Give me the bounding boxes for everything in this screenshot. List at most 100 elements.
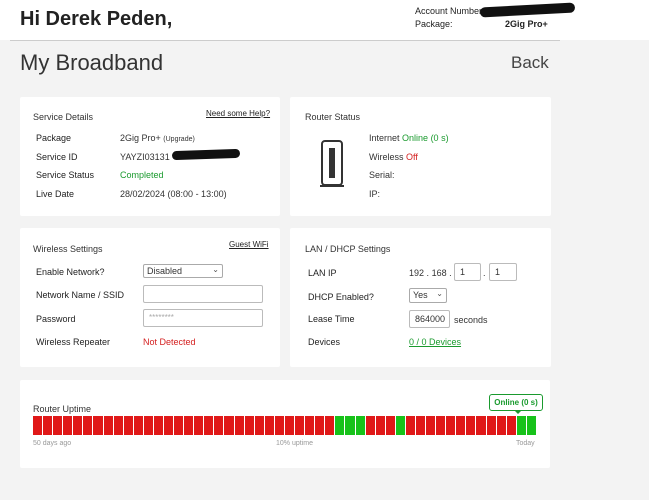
- uptime-segment: [33, 416, 43, 435]
- uptime-segment: [63, 416, 73, 435]
- live-date-label: Live Date: [36, 189, 75, 199]
- router-status-title: Router Status: [305, 112, 361, 122]
- uptime-segment: [73, 416, 83, 435]
- uptime-segment: [375, 416, 385, 435]
- uptime-segment: [355, 416, 365, 435]
- dhcp-value: Yes: [413, 290, 428, 300]
- help-link[interactable]: Need some Help?: [206, 109, 270, 118]
- uptime-segment: [496, 416, 506, 435]
- uptime-segment: [93, 416, 103, 435]
- repeater-status: Not Detected: [143, 337, 196, 347]
- greeting: Hi Derek Peden,: [20, 8, 173, 30]
- uptime-segment: [325, 416, 335, 435]
- uptime-segment: [506, 416, 516, 435]
- lan-dhcp-title: LAN / DHCP Settings: [305, 244, 391, 254]
- uptime-segment: [224, 416, 234, 435]
- repeater-label: Wireless Repeater: [36, 337, 111, 347]
- uptime-segment: [365, 416, 375, 435]
- uptime-segment: [385, 416, 395, 435]
- lease-unit: seconds: [454, 315, 488, 325]
- page-title: My Broadband: [20, 50, 164, 75]
- uptime-segment: [305, 416, 315, 435]
- uptime-segment: [264, 416, 274, 435]
- uptime-segment: [43, 416, 53, 435]
- uptime-segment: [526, 416, 536, 435]
- internet-row: Internet Online (0 s): [369, 133, 449, 143]
- wireless-row: Wireless Off: [369, 152, 418, 162]
- uptime-segment: [83, 416, 93, 435]
- uptime-segment: [214, 416, 224, 435]
- chevron-down-icon: ⌄: [212, 265, 219, 274]
- package-label: Package:: [415, 19, 453, 29]
- lease-time-label: Lease Time: [308, 314, 355, 324]
- wireless-label: Wireless: [369, 152, 404, 162]
- internet-status: Online (0 s): [402, 133, 449, 143]
- uptime-segment: [315, 416, 325, 435]
- uptime-bar: [33, 416, 536, 435]
- password-input[interactable]: ********: [143, 309, 263, 327]
- uptime-segment: [466, 416, 476, 435]
- redaction-mark: [479, 2, 576, 18]
- uptime-segment: [295, 416, 305, 435]
- uptime-segment: [476, 416, 486, 435]
- lan-ip-fixed: 192 . 168 .: [409, 268, 452, 278]
- uptime-segment: [244, 416, 254, 435]
- router-icon: [320, 140, 344, 187]
- uptime-segment: [143, 416, 153, 435]
- upgrade-link[interactable]: (Upgrade): [163, 136, 195, 143]
- uptime-segment: [204, 416, 214, 435]
- uptime-segment: [274, 416, 284, 435]
- chevron-down-icon: ⌄: [436, 289, 443, 298]
- guest-wifi-link[interactable]: Guest WiFi: [229, 240, 269, 249]
- uptime-segment: [164, 416, 174, 435]
- live-date-value: 28/02/2024 (08:00 - 13:00): [120, 189, 227, 199]
- package-value: 2Gig Pro+: [505, 19, 548, 29]
- service-status-value: Completed: [120, 170, 164, 180]
- devices-link[interactable]: 0 / 0 Devices: [409, 337, 461, 347]
- service-details-title: Service Details: [33, 112, 94, 122]
- uptime-segment: [153, 416, 164, 435]
- uptime-segment: [436, 416, 446, 435]
- dhcp-enabled-label: DHCP Enabled?: [308, 292, 374, 302]
- ip-octet-3-input[interactable]: 1: [454, 263, 481, 281]
- wireless-status: Off: [406, 152, 418, 162]
- ssid-input[interactable]: [143, 285, 263, 303]
- back-link[interactable]: Back: [511, 53, 549, 73]
- dhcp-select[interactable]: Yes ⌄: [409, 288, 447, 303]
- ssid-label: Network Name / SSID: [36, 290, 125, 300]
- uptime-segment: [405, 416, 415, 435]
- package-row-value: 2Gig Pro+ (Upgrade): [120, 133, 195, 143]
- uptime-segment: [395, 416, 405, 435]
- uptime-segment: [335, 416, 345, 435]
- uptime-segment: [284, 416, 295, 435]
- uptime-segment: [133, 416, 143, 435]
- lease-time-input[interactable]: 864000: [409, 310, 450, 328]
- divider: [10, 40, 560, 41]
- uptime-segment: [516, 416, 526, 435]
- ip-dot: .: [426, 268, 430, 278]
- uptime-start-label: 50 days ago: [33, 440, 72, 447]
- uptime-segment: [123, 416, 133, 435]
- uptime-segment: [486, 416, 496, 435]
- package-name: 2Gig Pro+: [120, 133, 161, 143]
- uptime-segment: [446, 416, 456, 435]
- service-id-value: YAYZI03131: [120, 152, 170, 162]
- uptime-segment: [103, 416, 113, 435]
- uptime-segment: [345, 416, 355, 435]
- uptime-segment: [234, 416, 244, 435]
- enable-network-value: Disabled: [147, 266, 183, 276]
- wireless-settings-title: Wireless Settings: [33, 244, 103, 254]
- lan-ip-label: LAN IP: [308, 268, 337, 278]
- uptime-segment: [426, 416, 436, 435]
- enable-network-select[interactable]: Disabled ⌄: [143, 264, 223, 278]
- ip-octet-2: 168: [431, 268, 447, 278]
- enable-network-label: Enable Network?: [36, 267, 105, 277]
- ip-label: IP:: [369, 189, 381, 199]
- uptime-segment: [113, 416, 123, 435]
- ip-octet-4-input[interactable]: 1: [489, 263, 517, 281]
- ip-octet-1: 192: [409, 268, 425, 278]
- uptime-segment: [174, 416, 184, 435]
- uptime-segment: [184, 416, 194, 435]
- service-id-label: Service ID: [36, 152, 78, 162]
- service-status-label: Service Status: [36, 170, 95, 180]
